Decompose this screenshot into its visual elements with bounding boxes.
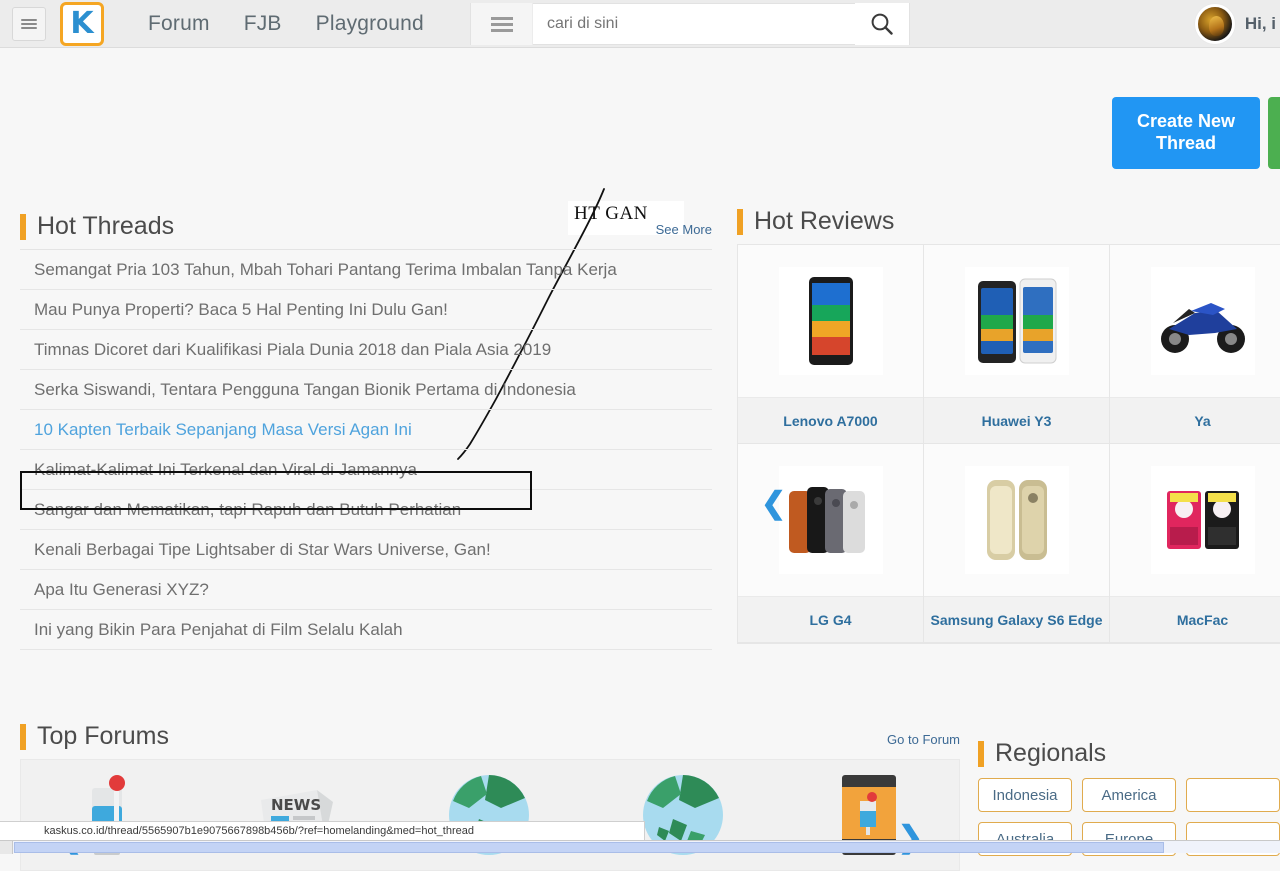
search-menu-bars — [490, 14, 513, 35]
browser-status-bar: kaskus.co.id/thread/5565907b1e9075667898… — [0, 821, 645, 841]
nav-item-forum[interactable]: Forum — [148, 12, 210, 36]
product-thumbnail-phone-fan — [778, 466, 883, 574]
hamburger-bars — [21, 17, 37, 31]
hot-reviews-section: Hot Reviews Lenovo A7000 Huawei Y3 Ya LG G4… — [737, 207, 1280, 644]
review-image-area — [1110, 245, 1280, 397]
svg-text:NEWS: NEWS — [271, 796, 321, 814]
hot-reviews-grid: Lenovo A7000 Huawei Y3 Ya LG G4 Samsung Gala… — [737, 244, 1280, 644]
hot-threads-list: Semangat Pria 103 Tahun, Mbah Tohari Pan… — [20, 249, 712, 650]
review-title-link[interactable]: Samsung Galaxy S6 Edge — [924, 596, 1109, 642]
top-navigation-bar: K Forum FJB Playground Hi, i — [0, 0, 1280, 48]
review-image-area — [924, 444, 1109, 596]
nav-item-playground[interactable]: Playground — [316, 12, 424, 36]
thread-list-item[interactable]: Timnas Dicoret dari Kualifikasi Piala Du… — [20, 330, 712, 370]
product-thumbnail-phone-green — [778, 267, 883, 375]
review-image-area — [924, 245, 1109, 397]
review-title-link[interactable]: LG G4 — [738, 596, 923, 642]
thread-list-item[interactable]: Apa Itu Generasi XYZ? — [20, 570, 712, 610]
thread-list-item[interactable]: Semangat Pria 103 Tahun, Mbah Tohari Pan… — [20, 250, 712, 290]
hot-reviews-header: Hot Reviews — [737, 207, 1280, 236]
create-new-thread-button[interactable]: Create New Thread — [1112, 97, 1260, 169]
hot-threads-section: Hot Threads See More Semangat Pria 103 T… — [20, 212, 712, 650]
review-title-link[interactable]: Ya — [1110, 397, 1280, 443]
regional-button[interactable]: America — [1082, 778, 1176, 812]
thread-list-item[interactable]: Ini yang Bikin Para Penjahat di Film Sel… — [20, 610, 712, 650]
top-forums-header: Top Forums Go to Forum — [20, 722, 960, 751]
hot-threads-title: Hot Threads — [37, 212, 175, 240]
thread-list-item[interactable]: Mau Punya Properti? Baca 5 Hal Penting I… — [20, 290, 712, 330]
regional-button[interactable]: Indonesia — [978, 778, 1072, 812]
regionals-title-group: Regionals — [978, 739, 1280, 768]
search-icon — [871, 13, 893, 35]
top-forums-carousel: ❮ NEWS — [20, 759, 960, 871]
thread-list-item[interactable]: 10 Kapten Terbaik Sepanjang Masa Versi A… — [20, 410, 712, 450]
section-accent-bar — [20, 213, 26, 240]
scroll-left-button[interactable] — [0, 841, 13, 854]
thread-list-item[interactable]: Sangar dan Mematikan, tapi Rapuh dan But… — [20, 490, 712, 530]
thread-list-item[interactable]: Serka Siswandi, Tentara Pengguna Tangan … — [20, 370, 712, 410]
regionals-section: Regionals Indonesia America Australia Europ… — [978, 739, 1280, 856]
avatar[interactable] — [1194, 4, 1235, 44]
hamburger-icon[interactable] — [12, 6, 46, 41]
product-thumbnail-phone-pair — [964, 267, 1069, 375]
logo-letter: K — [70, 5, 94, 41]
review-image-area — [738, 245, 923, 397]
regional-button[interactable] — [1186, 778, 1280, 812]
top-forums-title-group: Top Forums — [20, 722, 169, 751]
section-accent-bar — [978, 740, 984, 767]
thread-list-item[interactable]: Kenali Berbagai Tipe Lightsaber di Star … — [20, 530, 712, 570]
horizontal-scrollbar[interactable] — [0, 840, 1280, 854]
regionals-title: Regionals — [995, 739, 1107, 767]
review-image-area — [1110, 444, 1280, 596]
search-input[interactable] — [533, 4, 855, 44]
thread-list-item[interactable]: Kalimat-Kalimat Ini Terkenal dan Viral d… — [20, 450, 712, 490]
section-accent-bar — [737, 208, 743, 235]
product-thumbnail-pack-red — [1150, 466, 1255, 574]
review-image-area — [738, 444, 923, 596]
section-accent-bar — [20, 723, 26, 750]
chevron-left-icon[interactable]: ❮ — [761, 489, 786, 519]
page-content: Create New Thread HT GAN Hot Threads See… — [0, 49, 1280, 871]
site-logo[interactable]: K — [60, 1, 104, 46]
scrollbar-thumb[interactable] — [14, 842, 1164, 853]
review-title-link[interactable]: Huawei Y3 — [924, 397, 1109, 443]
search-category-menu-icon[interactable] — [471, 3, 533, 45]
review-card[interactable]: LG G4 — [738, 444, 924, 643]
review-title-link[interactable]: Lenovo A7000 — [738, 397, 923, 443]
review-card[interactable]: MacFac — [1110, 444, 1280, 643]
product-thumbnail-phone-gold — [964, 466, 1069, 574]
review-card[interactable]: Ya — [1110, 245, 1280, 444]
review-card[interactable]: Lenovo A7000 — [738, 245, 924, 444]
product-thumbnail-motorbike — [1150, 267, 1255, 375]
hot-reviews-title: Hot Reviews — [754, 207, 895, 235]
search-submit-button[interactable] — [855, 3, 909, 45]
hot-threads-header: Hot Threads See More — [20, 212, 712, 241]
hot-threads-title-group: Hot Threads — [20, 212, 174, 241]
secondary-action-button-edge[interactable] — [1268, 97, 1280, 169]
user-account-area[interactable]: Hi, i — [1194, 0, 1280, 48]
hot-reviews-title-group: Hot Reviews — [737, 207, 894, 236]
review-card[interactable]: Samsung Galaxy S6 Edge — [924, 444, 1110, 643]
nav-item-fjb[interactable]: FJB — [244, 12, 282, 36]
go-to-forum-link[interactable]: Go to Forum — [887, 732, 960, 751]
top-forums-title: Top Forums — [37, 722, 169, 750]
review-title-link[interactable]: MacFac — [1110, 596, 1280, 642]
search-bar — [470, 3, 910, 45]
user-greeting: Hi, i — [1244, 14, 1276, 33]
review-card[interactable]: Huawei Y3 — [924, 245, 1110, 444]
hot-threads-see-more-link[interactable]: See More — [656, 222, 712, 241]
